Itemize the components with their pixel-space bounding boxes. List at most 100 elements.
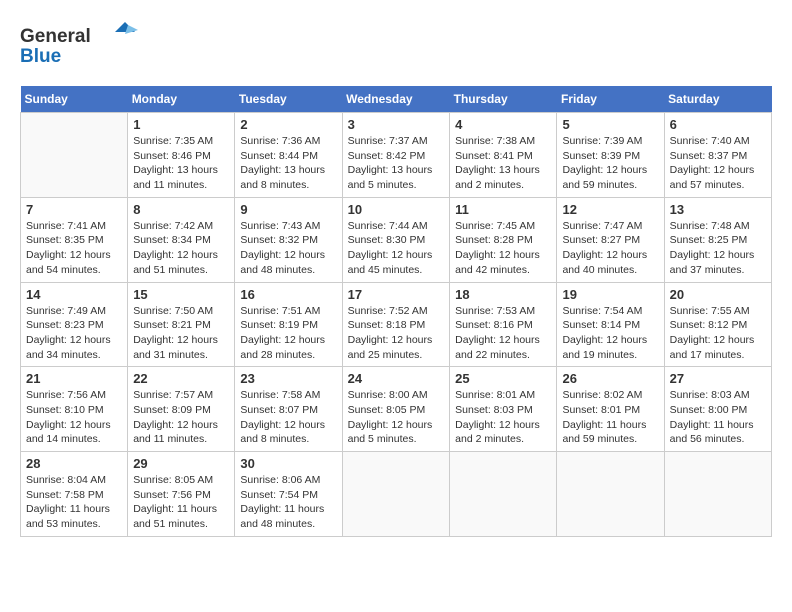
calendar-cell: 10 Sunrise: 7:44 AM Sunset: 8:30 PM Dayli… xyxy=(342,197,450,282)
calendar-cell: 14 Sunrise: 7:49 AM Sunset: 8:23 PM Dayli… xyxy=(21,282,128,367)
day-info: Sunrise: 7:55 AM Sunset: 8:12 PM Dayligh… xyxy=(670,304,766,363)
day-info: Sunrise: 7:36 AM Sunset: 8:44 PM Dayligh… xyxy=(240,134,336,193)
calendar-cell: 25Sunrise: 8:01 AM Sunset: 8:03 PM Dayli… xyxy=(450,367,557,452)
day-number: 3 xyxy=(348,117,445,132)
day-info: Sunrise: 8:02 AM Sunset: 8:01 PM Dayligh… xyxy=(562,388,658,447)
weekday-header-saturday: Saturday xyxy=(664,86,771,113)
weekday-header-sunday: Sunday xyxy=(21,86,128,113)
calendar-cell: 7Sunrise: 7:41 AM Sunset: 8:35 PM Daylig… xyxy=(21,197,128,282)
day-info: Sunrise: 8:04 AM Sunset: 7:58 PM Dayligh… xyxy=(26,473,122,532)
day-number: 6 xyxy=(670,117,766,132)
calendar-cell xyxy=(664,452,771,537)
day-number: 30 xyxy=(240,456,336,471)
day-number: 11 xyxy=(455,202,551,217)
day-number: 4 xyxy=(455,117,551,132)
logo-wordmark: General Blue xyxy=(20,20,140,70)
day-number: 9 xyxy=(240,202,336,217)
calendar-cell: 16 Sunrise: 7:51 AM Sunset: 8:19 PM Dayli… xyxy=(235,282,342,367)
svg-text:Blue: Blue xyxy=(20,46,61,65)
day-number: 28 xyxy=(26,456,122,471)
day-info: Sunrise: 7:42 AM Sunset: 8:34 PM Dayligh… xyxy=(133,219,229,278)
page-header: General Blue xyxy=(20,20,772,70)
calendar-cell: 18 Sunrise: 7:53 AM Sunset: 8:16 PM Dayli… xyxy=(450,282,557,367)
day-number: 8 xyxy=(133,202,229,217)
day-info: Sunrise: 7:45 AM Sunset: 8:28 PM Dayligh… xyxy=(455,219,551,278)
calendar-cell: 9 Sunrise: 7:43 AM Sunset: 8:32 PM Daylig… xyxy=(235,197,342,282)
day-number: 26 xyxy=(562,371,658,386)
logo: General Blue xyxy=(20,20,140,70)
day-number: 10 xyxy=(348,202,445,217)
day-number: 16 xyxy=(240,287,336,302)
day-info: Sunrise: 7:48 AM Sunset: 8:25 PM Dayligh… xyxy=(670,219,766,278)
day-number: 19 xyxy=(562,287,658,302)
calendar-cell: 23 Sunrise: 7:58 AM Sunset: 8:07 PM Dayli… xyxy=(235,367,342,452)
day-info: Sunrise: 7:41 AM Sunset: 8:35 PM Dayligh… xyxy=(26,219,122,278)
calendar-cell: 12 Sunrise: 7:47 AM Sunset: 8:27 PM Dayli… xyxy=(557,197,664,282)
day-number: 14 xyxy=(26,287,122,302)
day-info: Sunrise: 7:54 AM Sunset: 8:14 PM Dayligh… xyxy=(562,304,658,363)
day-number: 1 xyxy=(133,117,229,132)
day-number: 15 xyxy=(133,287,229,302)
day-number: 2 xyxy=(240,117,336,132)
day-number: 24 xyxy=(348,371,445,386)
day-number: 20 xyxy=(670,287,766,302)
weekday-header-thursday: Thursday xyxy=(450,86,557,113)
calendar-table: SundayMondayTuesdayWednesdayThursdayFrid… xyxy=(20,86,772,537)
calendar-cell: 27 Sunrise: 8:03 AM Sunset: 8:00 PM Dayli… xyxy=(664,367,771,452)
day-info: Sunrise: 7:37 AM Sunset: 8:42 PM Dayligh… xyxy=(348,134,445,193)
week-row-3: 14 Sunrise: 7:49 AM Sunset: 8:23 PM Dayli… xyxy=(21,282,772,367)
calendar-cell: 30 Sunrise: 8:06 AM Sunset: 7:54 PM Dayli… xyxy=(235,452,342,537)
day-info: Sunrise: 7:52 AM Sunset: 8:18 PM Dayligh… xyxy=(348,304,445,363)
calendar-cell: 11 Sunrise: 7:45 AM Sunset: 8:28 PM Dayli… xyxy=(450,197,557,282)
calendar-cell xyxy=(450,452,557,537)
day-info: Sunrise: 8:05 AM Sunset: 7:56 PM Dayligh… xyxy=(133,473,229,532)
day-info: Sunrise: 8:01 AM Sunset: 8:03 PM Dayligh… xyxy=(455,388,551,447)
day-number: 29 xyxy=(133,456,229,471)
weekday-header-monday: Monday xyxy=(128,86,235,113)
day-info: Sunrise: 7:40 AM Sunset: 8:37 PM Dayligh… xyxy=(670,134,766,193)
day-info: Sunrise: 7:38 AM Sunset: 8:41 PM Dayligh… xyxy=(455,134,551,193)
day-info: Sunrise: 7:47 AM Sunset: 8:27 PM Dayligh… xyxy=(562,219,658,278)
calendar-cell: 4 Sunrise: 7:38 AM Sunset: 8:41 PM Daylig… xyxy=(450,113,557,198)
day-number: 22 xyxy=(133,371,229,386)
day-number: 27 xyxy=(670,371,766,386)
calendar-cell: 3 Sunrise: 7:37 AM Sunset: 8:42 PM Daylig… xyxy=(342,113,450,198)
calendar-cell: 13Sunrise: 7:48 AM Sunset: 8:25 PM Dayli… xyxy=(664,197,771,282)
day-number: 21 xyxy=(26,371,122,386)
day-info: Sunrise: 7:51 AM Sunset: 8:19 PM Dayligh… xyxy=(240,304,336,363)
day-info: Sunrise: 7:58 AM Sunset: 8:07 PM Dayligh… xyxy=(240,388,336,447)
calendar-cell: 2 Sunrise: 7:36 AM Sunset: 8:44 PM Daylig… xyxy=(235,113,342,198)
calendar-cell: 6 Sunrise: 7:40 AM Sunset: 8:37 PM Daylig… xyxy=(664,113,771,198)
day-info: Sunrise: 7:50 AM Sunset: 8:21 PM Dayligh… xyxy=(133,304,229,363)
calendar-cell: 21Sunrise: 7:56 AM Sunset: 8:10 PM Dayli… xyxy=(21,367,128,452)
calendar-cell xyxy=(342,452,450,537)
day-number: 18 xyxy=(455,287,551,302)
week-row-5: 28 Sunrise: 8:04 AM Sunset: 7:58 PM Dayli… xyxy=(21,452,772,537)
day-info: Sunrise: 8:06 AM Sunset: 7:54 PM Dayligh… xyxy=(240,473,336,532)
day-info: Sunrise: 8:00 AM Sunset: 8:05 PM Dayligh… xyxy=(348,388,445,447)
logo-svg: General Blue xyxy=(20,20,140,65)
calendar-cell: 26 Sunrise: 8:02 AM Sunset: 8:01 PM Dayli… xyxy=(557,367,664,452)
weekday-header-wednesday: Wednesday xyxy=(342,86,450,113)
svg-text:General: General xyxy=(20,26,91,47)
calendar-cell: 5Sunrise: 7:39 AM Sunset: 8:39 PM Daylig… xyxy=(557,113,664,198)
day-info: Sunrise: 8:03 AM Sunset: 8:00 PM Dayligh… xyxy=(670,388,766,447)
calendar-cell: 29 Sunrise: 8:05 AM Sunset: 7:56 PM Dayli… xyxy=(128,452,235,537)
calendar-cell: 22 Sunrise: 7:57 AM Sunset: 8:09 PM Dayli… xyxy=(128,367,235,452)
day-number: 17 xyxy=(348,287,445,302)
day-info: Sunrise: 7:43 AM Sunset: 8:32 PM Dayligh… xyxy=(240,219,336,278)
day-number: 12 xyxy=(562,202,658,217)
day-number: 23 xyxy=(240,371,336,386)
day-number: 5 xyxy=(562,117,658,132)
day-info: Sunrise: 7:53 AM Sunset: 8:16 PM Dayligh… xyxy=(455,304,551,363)
weekday-header-tuesday: Tuesday xyxy=(235,86,342,113)
week-row-4: 21Sunrise: 7:56 AM Sunset: 8:10 PM Dayli… xyxy=(21,367,772,452)
day-info: Sunrise: 7:57 AM Sunset: 8:09 PM Dayligh… xyxy=(133,388,229,447)
calendar-cell: 8 Sunrise: 7:42 AM Sunset: 8:34 PM Daylig… xyxy=(128,197,235,282)
calendar-cell: 19 Sunrise: 7:54 AM Sunset: 8:14 PM Dayli… xyxy=(557,282,664,367)
day-info: Sunrise: 7:49 AM Sunset: 8:23 PM Dayligh… xyxy=(26,304,122,363)
week-row-1: 1 Sunrise: 7:35 AM Sunset: 8:46 PM Daylig… xyxy=(21,113,772,198)
calendar-cell: 17 Sunrise: 7:52 AM Sunset: 8:18 PM Dayli… xyxy=(342,282,450,367)
day-info: Sunrise: 7:35 AM Sunset: 8:46 PM Dayligh… xyxy=(133,134,229,193)
day-info: Sunrise: 7:44 AM Sunset: 8:30 PM Dayligh… xyxy=(348,219,445,278)
